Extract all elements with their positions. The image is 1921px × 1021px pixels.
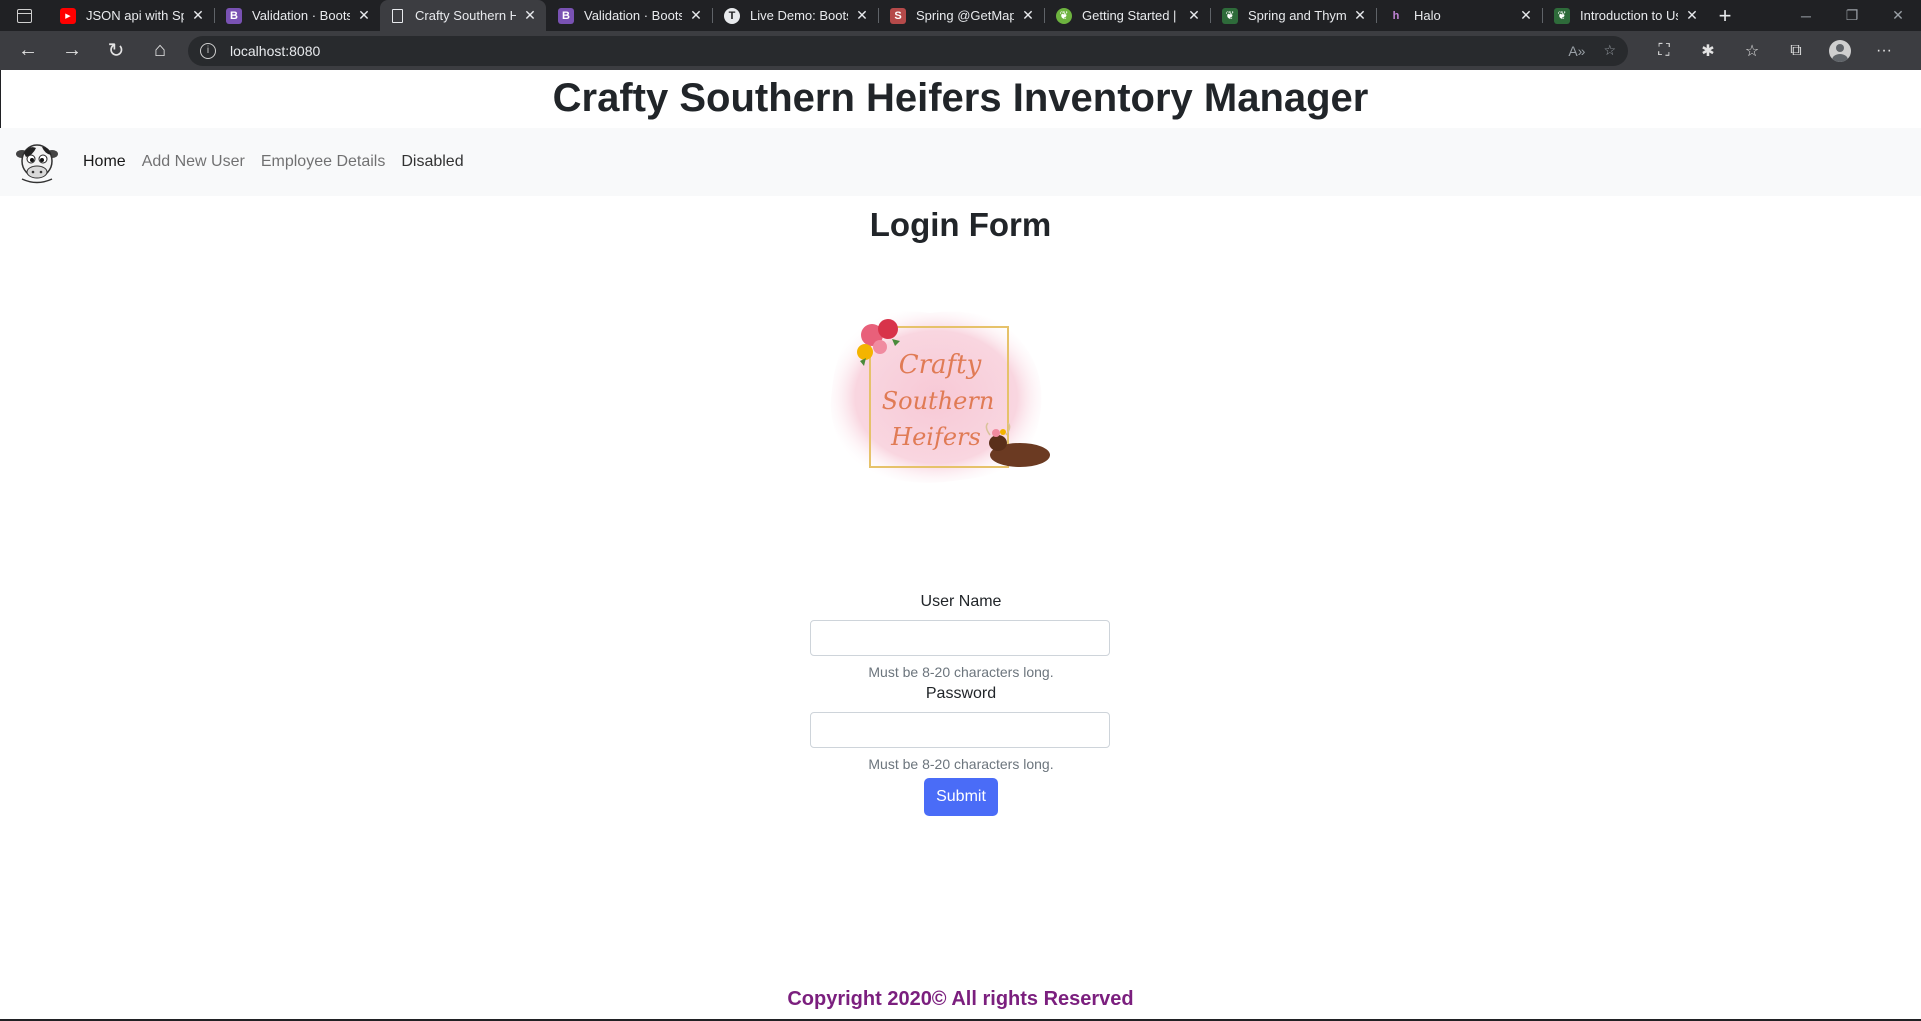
minimize-icon[interactable]: ─ bbox=[1783, 0, 1829, 31]
password-label: Password bbox=[925, 685, 997, 702]
nav-link-employee-details[interactable]: Employee Details bbox=[253, 153, 394, 171]
address-bar[interactable]: i localhost:8080 A» ☆ bbox=[188, 35, 1628, 66]
nav-link-home[interactable]: Home bbox=[75, 153, 134, 171]
browser-tab[interactable]: ❦ Getting Started | H ✕ bbox=[1044, 0, 1210, 31]
tab-title: Crafty Southern He bbox=[415, 8, 516, 23]
nav-link-add-new-user[interactable]: Add New User bbox=[134, 153, 253, 171]
screenshot-icon[interactable]: ⛶ bbox=[1642, 42, 1686, 60]
tab-title: Spring @GetMappi bbox=[916, 8, 1014, 23]
bootstrap-icon: B bbox=[558, 7, 574, 24]
tab-title: Introduction to Usi bbox=[1580, 8, 1678, 23]
spring-leaf-icon: ❦ bbox=[1056, 7, 1072, 24]
more-menu-icon[interactable]: ··· bbox=[1862, 42, 1906, 60]
window-controls: ─ ❐ ✕ bbox=[1783, 0, 1921, 31]
browser-tab-active[interactable]: Crafty Southern He ✕ bbox=[380, 0, 546, 31]
favorites-icon[interactable]: ☆ bbox=[1730, 41, 1774, 61]
browser-tab-strip: ▶ JSON api with Spri ✕ B Validation · Bo… bbox=[0, 0, 1921, 31]
halo-icon: h bbox=[1392, 9, 1400, 22]
reload-icon[interactable]: ↻ bbox=[94, 33, 138, 69]
tutorial-icon: T bbox=[724, 7, 740, 24]
footer-copyright: Copyright 2020© All rights Reserved bbox=[787, 988, 1134, 1010]
username-label: User Name bbox=[920, 593, 1002, 610]
tab-title: Validation · Bootstr bbox=[584, 8, 682, 23]
logo-text-heifers: Heifers bbox=[890, 423, 981, 451]
browser-tab[interactable]: T Live Demo: Bootstr ✕ bbox=[712, 0, 878, 31]
close-icon[interactable]: ✕ bbox=[1186, 7, 1202, 24]
forward-icon[interactable]: → bbox=[50, 33, 94, 69]
submit-button[interactable]: Submit bbox=[924, 778, 998, 816]
logo-text-crafty: Crafty bbox=[899, 350, 982, 380]
cow-logo-icon[interactable] bbox=[14, 139, 60, 185]
new-tab-icon[interactable]: + bbox=[1708, 0, 1742, 31]
close-window-icon[interactable]: ✕ bbox=[1875, 0, 1921, 31]
login-form: User Name Must be 8-20 characters long. … bbox=[810, 590, 1112, 816]
collections-icon[interactable]: ⧉ bbox=[1774, 42, 1818, 60]
nav-links: Home Add New User Employee Details Disab… bbox=[75, 153, 472, 171]
extensions-icon[interactable]: ✱ bbox=[1686, 41, 1730, 61]
tab-list: ▶ JSON api with Spri ✕ B Validation · Bo… bbox=[48, 0, 1708, 31]
spring-icon: S bbox=[890, 7, 906, 24]
restore-icon[interactable]: ❐ bbox=[1829, 0, 1875, 31]
navbar: Home Add New User Employee Details Disab… bbox=[0, 128, 1921, 196]
read-aloud-icon[interactable]: A» bbox=[1568, 43, 1585, 59]
close-icon[interactable]: ✕ bbox=[688, 7, 704, 24]
back-icon[interactable]: ← bbox=[6, 33, 50, 69]
close-icon[interactable]: ✕ bbox=[356, 7, 372, 24]
close-icon[interactable]: ✕ bbox=[522, 7, 538, 24]
tab-title: JSON api with Spri bbox=[86, 8, 184, 23]
close-icon[interactable]: ✕ bbox=[1518, 7, 1534, 24]
logo-text-southern: Southern bbox=[882, 387, 995, 415]
browser-tab[interactable]: ❦ Introduction to Usi ✕ bbox=[1542, 0, 1708, 31]
tab-title: Halo bbox=[1414, 8, 1441, 23]
tab-title: Spring and Thymel bbox=[1248, 8, 1346, 23]
close-icon[interactable]: ✕ bbox=[854, 7, 870, 24]
browser-tab[interactable]: B Validation · Bootstr ✕ bbox=[546, 0, 712, 31]
thymeleaf-icon: ❦ bbox=[1222, 7, 1238, 24]
password-help-text: Must be 8-20 characters long. bbox=[868, 756, 1054, 772]
browser-tab[interactable]: h Halo ✕ bbox=[1376, 0, 1542, 31]
browser-tab[interactable]: ❦ Spring and Thymel ✕ bbox=[1210, 0, 1376, 31]
toolbar-actions: ⛶ ✱ ☆ ⧉ ··· bbox=[1642, 39, 1906, 62]
password-input[interactable] bbox=[810, 712, 1110, 748]
url-text: localhost:8080 bbox=[230, 42, 321, 59]
page-icon bbox=[392, 8, 403, 23]
page-viewport: Crafty Southern Heifers Inventory Manage… bbox=[0, 70, 1921, 1021]
nav-link-disabled: Disabled bbox=[401, 153, 464, 170]
close-icon[interactable]: ✕ bbox=[1684, 7, 1700, 24]
browser-tab[interactable]: ▶ JSON api with Spri ✕ bbox=[48, 0, 214, 31]
username-input[interactable] bbox=[810, 620, 1110, 656]
site-info-icon[interactable]: i bbox=[200, 42, 216, 59]
username-help-text: Must be 8-20 characters long. bbox=[868, 664, 1054, 680]
page-title: Login Form bbox=[869, 206, 1052, 243]
crafty-southern-heifers-logo: Crafty Southern Heifers bbox=[830, 311, 1050, 483]
thymeleaf-icon: ❦ bbox=[1554, 7, 1570, 24]
bootstrap-icon: B bbox=[226, 7, 242, 24]
home-icon[interactable]: ⌂ bbox=[138, 33, 182, 69]
browser-toolbar: ← → ↻ ⌂ i localhost:8080 A» ☆ ⛶ ✱ ☆ ⧉ ··… bbox=[0, 31, 1921, 70]
tab-actions-icon[interactable] bbox=[0, 0, 48, 31]
close-icon[interactable]: ✕ bbox=[190, 7, 206, 24]
tab-title: Validation · Bootstr bbox=[252, 8, 350, 23]
browser-tab[interactable]: B Validation · Bootstr ✕ bbox=[214, 0, 380, 31]
tab-title: Getting Started | H bbox=[1082, 8, 1180, 23]
favorite-add-icon[interactable]: ☆ bbox=[1603, 42, 1616, 59]
close-icon[interactable]: ✕ bbox=[1352, 7, 1368, 24]
close-icon[interactable]: ✕ bbox=[1020, 7, 1036, 24]
browser-tab[interactable]: S Spring @GetMappi ✕ bbox=[878, 0, 1044, 31]
tab-title: Live Demo: Bootstr bbox=[750, 8, 848, 23]
site-header-title: Crafty Southern Heifers Inventory Manage… bbox=[552, 76, 1369, 120]
youtube-icon: ▶ bbox=[60, 7, 76, 24]
profile-avatar[interactable] bbox=[1818, 39, 1862, 62]
